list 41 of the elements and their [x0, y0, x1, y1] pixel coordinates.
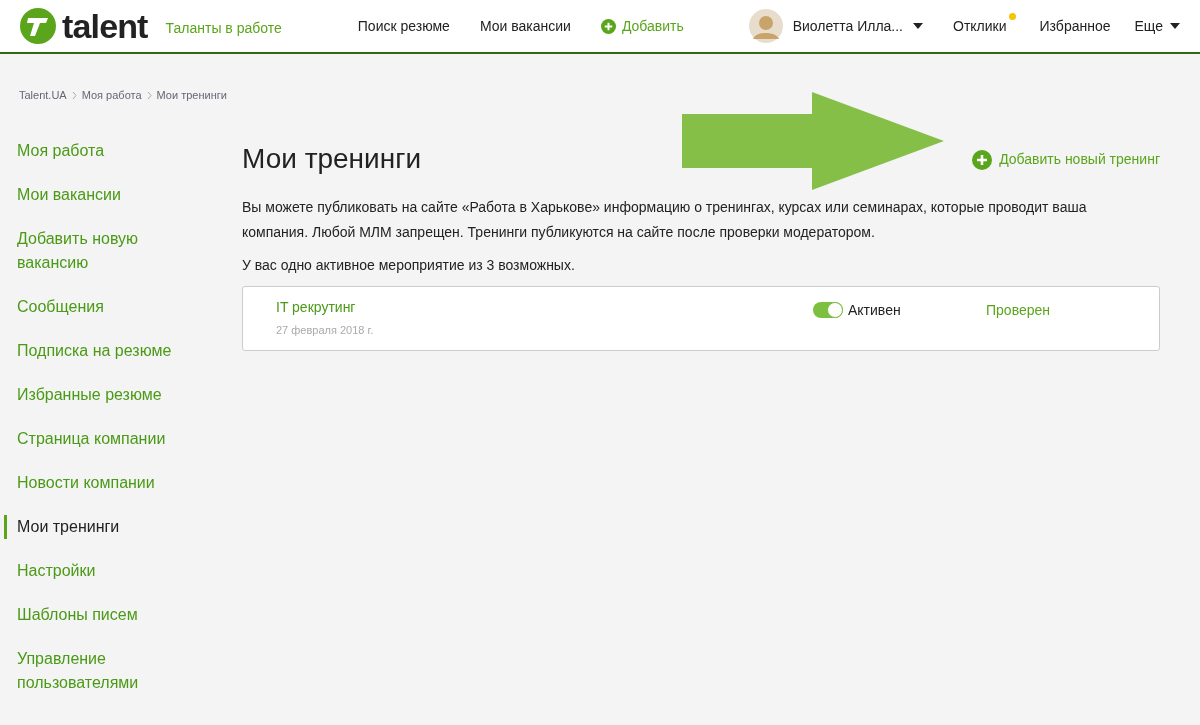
sidebar-item[interactable]: Подписка на резюме [4, 338, 174, 363]
sidebar-item[interactable]: Сообщения [4, 294, 174, 319]
sidebar-item[interactable]: Управление пользователями [4, 646, 174, 695]
avatar [748, 9, 783, 43]
sidebar-item[interactable]: Новости компании [4, 470, 174, 495]
add-icon [972, 149, 993, 170]
training-date: 27 февраля 2018 г. [276, 323, 375, 339]
chevron-icon [146, 91, 152, 99]
add-icon [600, 18, 616, 34]
sidebar-item[interactable]: Моя работа [4, 138, 174, 163]
breadcrumb-link[interactable]: Моя работа [81, 87, 142, 104]
nav-link[interactable]: Поиск резюме [357, 15, 450, 37]
description: Вы можете публиковать на сайте «Работа в Харькове» информацию о тренингах, курсах или семинарах, которые проводит ваша компания. Любой МЛМ запрещен. Тренинги публикуются на сайте после проверки модератором. [242, 197, 1088, 242]
add-training-link[interactable]: Добавить новый тренинг [972, 149, 1160, 170]
nav-link[interactable]: Избранное [1039, 15, 1111, 37]
caret-icon [1170, 23, 1180, 29]
moderation-status: Проверен [986, 300, 1050, 320]
sidebar-item[interactable]: Шаблоны писем [4, 602, 174, 627]
add-link[interactable]: Добавить [600, 15, 684, 37]
nav-link[interactable]: Отклики [953, 15, 1016, 37]
chevron-icon [71, 91, 77, 99]
logo-icon[interactable] [20, 8, 56, 44]
page-title: Мои тренинги [242, 141, 422, 176]
nav-link[interactable]: Мои вакансии [479, 15, 571, 37]
breadcrumb-link[interactable]: Talent.UA [19, 87, 67, 104]
caret-icon [913, 23, 923, 29]
sidebar-item[interactable]: Мои тренинги [4, 514, 174, 539]
status-label: Активен [848, 300, 901, 320]
sidebar-item[interactable]: Настройки [4, 558, 174, 583]
sidebar-item[interactable]: Добавить новую вакансию [4, 226, 174, 275]
training-title[interactable]: IT рекрутинг [276, 297, 813, 319]
tagline: Таланты в работе [165, 18, 282, 38]
logo-text[interactable]: talent [62, 9, 148, 43]
sidebar-item[interactable]: Мои вакансии [4, 182, 174, 207]
breadcrumb-link[interactable]: Мои тренинги [156, 87, 227, 104]
active-toggle[interactable] [813, 302, 843, 318]
user-menu[interactable]: Виолетта Илла... [748, 9, 923, 43]
sidebar-item[interactable]: Страница компании [4, 426, 174, 451]
summary: У вас одно активное мероприятие из 3 возможных. [242, 255, 576, 275]
nav-link[interactable]: Еще [1134, 15, 1180, 37]
sidebar-item[interactable]: Избранные резюме [4, 382, 174, 407]
